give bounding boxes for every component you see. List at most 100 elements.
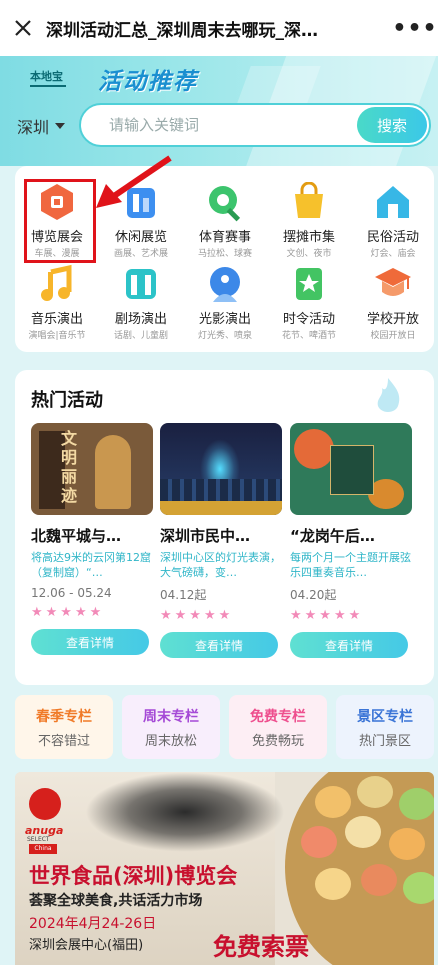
event-image — [160, 423, 282, 515]
dumpling-image — [403, 872, 434, 904]
more-menu-button[interactable]: ••• — [392, 0, 438, 56]
column-spring[interactable]: 春季专栏 不容错过 — [15, 695, 113, 759]
banner-title: 活动推荐 — [98, 69, 198, 95]
event-name: 深圳市民中… — [160, 527, 251, 545]
category-label: 摆摊市集 — [282, 230, 335, 245]
event-date: 04.12起 — [160, 588, 207, 602]
category-item-sports[interactable]: 体育赛事 马拉松、球赛 — [183, 176, 267, 259]
close-button[interactable] — [0, 0, 46, 56]
category-item-seasonal[interactable]: 时令活动 花节、啤酒节 — [267, 258, 351, 341]
event-image-text: 文明丽迹 — [61, 429, 78, 505]
lightshow-icon — [205, 264, 245, 304]
red-arrow-annotation — [96, 155, 172, 208]
city-selector[interactable]: 深圳 — [17, 114, 66, 138]
category-item-market[interactable]: 摆摊市集 文创、夜市 — [267, 176, 351, 259]
event-rating-stars: ★★★★★ — [290, 608, 364, 623]
city-label: 深圳 — [17, 118, 50, 137]
anuga-country: China — [29, 844, 57, 854]
seasonal-icon — [289, 264, 329, 304]
search-button[interactable]: 搜索 — [357, 107, 427, 143]
category-sub: 校园开放日 — [370, 331, 416, 341]
category-sub: 花节、啤酒节 — [281, 331, 336, 341]
event-list: 文明丽迹 北魏平城与… 将高达9米的云冈第12窟（复制窟）“… 12.06 - … — [15, 423, 434, 683]
folk-icon — [373, 182, 413, 222]
dumpling-image — [389, 828, 425, 860]
hot-activities-card: 热门活动 文明丽迹 北魏平城与… 将高达9米的云冈第12窟（复制窟）“… 12.… — [15, 370, 434, 685]
section-title: 热门活动 — [31, 390, 103, 411]
category-label: 音乐演出 — [30, 312, 83, 327]
category-label: 学校开放 — [366, 312, 419, 327]
highlight-box — [24, 179, 96, 263]
column-scenic[interactable]: 景区专栏 热门景区 — [336, 695, 434, 759]
event-name: “龙岗午后… — [290, 527, 375, 545]
category-label: 民俗活动 — [366, 230, 419, 245]
sports-icon — [205, 182, 245, 222]
ink-brush-decoration — [85, 772, 285, 852]
column-sub: 周末放松 — [144, 733, 197, 749]
ad-tagline: 荟聚全球美食,共话活力市场 — [29, 893, 203, 909]
event-desc: 每两个月一个主题开展弦乐四重奏音乐… — [290, 551, 411, 579]
category-label: 体育赛事 — [198, 230, 251, 245]
dumpling-image — [357, 776, 393, 808]
dumpling-image — [345, 816, 381, 848]
dumpling-image — [301, 826, 337, 858]
event-image — [290, 423, 412, 515]
ad-date: 2024年4月24-26日 — [29, 916, 157, 932]
ad-venue: 深圳会展中心(福田) — [29, 938, 144, 953]
event-rating-stars: ★★★★★ — [31, 605, 105, 620]
school-icon — [373, 264, 413, 304]
event-date: 12.06 - 05.24 — [31, 586, 112, 600]
anuga-sub: SELECT — [27, 836, 50, 843]
dumpling-image — [315, 786, 351, 818]
event-card[interactable]: 文明丽迹 北魏平城与… 将高达9米的云冈第12窟（复制窟）“… 12.06 - … — [31, 423, 153, 655]
view-details-button[interactable]: 查看详情 — [31, 629, 149, 655]
view-details-button[interactable]: 查看详情 — [160, 632, 278, 658]
column-sub: 热门景区 — [358, 733, 411, 749]
category-item-school[interactable]: 学校开放 校园开放日 — [351, 258, 435, 341]
free-ticket-label: 免费索票 — [213, 933, 309, 961]
column-sub: 免费畅玩 — [251, 733, 304, 749]
theater-icon — [121, 264, 161, 304]
event-image: 文明丽迹 — [31, 423, 153, 515]
column-title: 免费专栏 — [250, 708, 306, 725]
dumpling-image — [361, 864, 397, 896]
category-label: 剧场演出 — [114, 312, 167, 327]
column-title: 周末专栏 — [143, 708, 199, 725]
topic-columns: 春季专栏 不容错过 周末专栏 周末放松 免费专栏 免费畅玩 景区专栏 热门景区 — [15, 695, 434, 759]
column-title: 景区专栏 — [357, 708, 413, 725]
ad-headline: 世界食品(深圳)博览会 — [29, 864, 238, 888]
category-card: 博览展会 车展、漫展 休闲展览 画展、艺术展 体育赛事 马拉松、球赛 摆摊市集 … — [15, 166, 434, 352]
category-item-theater[interactable]: 剧场演出 话剧、儿童剧 — [99, 258, 183, 341]
category-label: 休闲展览 — [114, 230, 167, 245]
site-logo-text: 本地宝 — [30, 70, 63, 83]
caret-down-icon — [55, 123, 66, 129]
category-item-music[interactable]: 音乐演出 演唱会|音乐节 — [15, 258, 99, 341]
music-icon — [37, 264, 77, 304]
category-item-lightshow[interactable]: 光影演出 灯光秀、喷泉 — [183, 258, 267, 341]
event-date: 04.20起 — [290, 588, 337, 602]
category-label: 光影演出 — [198, 312, 251, 327]
search-input[interactable] — [81, 116, 351, 134]
market-icon — [289, 181, 329, 222]
category-sub: 话剧、儿童剧 — [113, 331, 168, 341]
event-card[interactable]: 深圳市民中… 深圳中心区的灯光表演，大气磅礴，变… 04.12起 ★★★★★ 查… — [160, 423, 282, 658]
column-title: 春季专栏 — [36, 708, 92, 725]
event-desc: 深圳中心区的灯光表演，大气磅礴，变… — [160, 551, 281, 579]
site-logo[interactable]: 本地宝 — [30, 68, 66, 87]
event-card[interactable]: “龙岗午后… 每两个月一个主题开展弦乐四重奏音乐… 04.20起 ★★★★★ 查… — [290, 423, 412, 658]
anuga-logo — [29, 788, 61, 820]
category-label: 时令活动 — [282, 312, 335, 327]
column-sub: 不容错过 — [37, 733, 90, 749]
event-rating-stars: ★★★★★ — [160, 608, 234, 623]
ad-banner[interactable]: anuga SELECT China 世界食品(深圳)博览会 荟聚全球美食,共话… — [15, 772, 434, 965]
column-free[interactable]: 免费专栏 免费畅玩 — [229, 695, 327, 759]
category-sub: 灯光秀、喷泉 — [197, 331, 252, 341]
event-desc: 将高达9米的云冈第12窟（复制窟）“… — [31, 551, 151, 579]
column-weekend[interactable]: 周末专栏 周末放松 — [122, 695, 220, 759]
category-item-folk[interactable]: 民俗活动 灯会、庙会 — [351, 176, 435, 259]
search-row: 深圳 搜索 — [0, 103, 438, 149]
page-title: 深圳活动汇总_深圳周末去哪玩_深… — [46, 20, 318, 41]
search-box: 搜索 — [79, 103, 431, 147]
dumpling-image — [315, 868, 351, 900]
view-details-button[interactable]: 查看详情 — [290, 632, 408, 658]
